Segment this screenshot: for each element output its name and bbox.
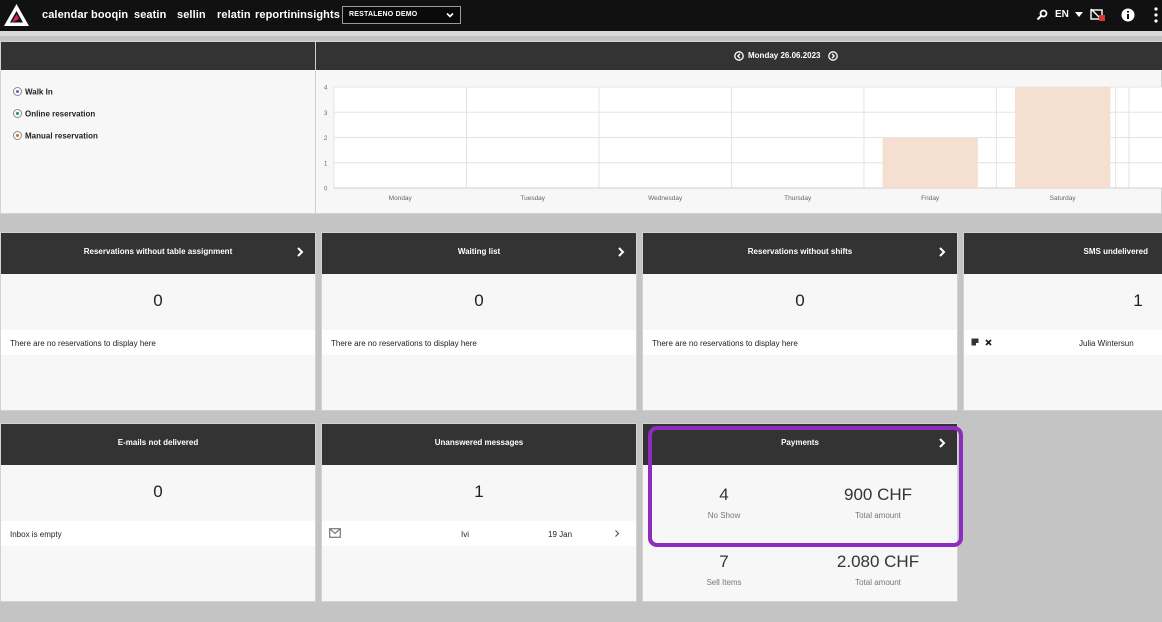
y-tick-label: 1 xyxy=(324,161,328,167)
widget-unanswered-messages: Unanswered messages 1 Ivi 19 Jan xyxy=(321,423,637,602)
next-day-icon[interactable] xyxy=(828,51,838,61)
chevron-right-icon[interactable] xyxy=(616,245,626,259)
x-tick-label: Thursday xyxy=(784,195,812,202)
manual-radio-icon xyxy=(13,131,22,141)
widget-sms-undelivered: SMS undelivered 1 Julia Wintersun xyxy=(963,232,1162,411)
empty-message: Inbox is empty xyxy=(1,521,315,546)
app-logo-icon[interactable] xyxy=(3,3,30,27)
widget-header: Unanswered messages xyxy=(322,424,636,465)
chevron-right-icon[interactable] xyxy=(937,245,947,259)
widget-header: Reservations without table assignment xyxy=(1,233,315,274)
widget-no-table-assignment: Reservations without table assignment 0 … xyxy=(0,232,316,411)
legend-online-reservation[interactable]: Online reservation xyxy=(13,109,96,119)
search-icon[interactable] xyxy=(1036,9,1048,21)
sell-items-amount: 2.080 CHF xyxy=(836,552,920,571)
nav-booqin[interactable]: booqin xyxy=(91,9,128,21)
nav-calendar[interactable]: calendar xyxy=(42,9,88,21)
sell-items-label: Sell Items xyxy=(706,578,742,587)
widget-count: 0 xyxy=(795,291,805,310)
sms-recipient: Julia Wintersun xyxy=(1079,339,1134,348)
venue-select[interactable]: RESTALENO DEMO xyxy=(342,6,461,24)
nav-divider xyxy=(0,31,1162,36)
widget-title: Reservations without table assignment xyxy=(83,247,233,256)
message-date: 19 Jan xyxy=(548,530,573,539)
widget-count: 0 xyxy=(474,291,484,310)
widget-count: 1 xyxy=(1133,291,1143,310)
nav-reportin[interactable]: reportin xyxy=(255,9,297,21)
widget-header: SMS undelivered xyxy=(964,233,1162,274)
chevron-right-icon[interactable] xyxy=(614,529,620,538)
widget-header: Waiting list xyxy=(322,233,636,274)
legend-walk-in-label: Walk In xyxy=(25,87,53,97)
current-date[interactable]: Monday 26.06.2023 xyxy=(748,51,820,60)
empty-message: There are no reservations to display her… xyxy=(643,330,957,355)
legend-manual-label: Manual reservation xyxy=(25,131,98,141)
widget-count: 0 xyxy=(153,482,163,501)
widget-count: 0 xyxy=(153,291,163,310)
widget-title: SMS undelivered xyxy=(1083,247,1148,256)
previous-day-icon[interactable] xyxy=(734,51,744,61)
info-icon[interactable] xyxy=(1121,8,1135,22)
x-tick-label: Saturday xyxy=(1050,195,1077,202)
bar-friday xyxy=(882,137,978,188)
widget-header: E-mails not delivered xyxy=(1,424,315,465)
legend-walk-in[interactable]: Walk In xyxy=(13,87,53,97)
y-tick-label: 3 xyxy=(324,111,328,117)
legend-header xyxy=(1,42,315,70)
envelope-icon xyxy=(329,528,341,538)
caret-down-icon[interactable] xyxy=(1075,12,1083,18)
y-tick-label: 0 xyxy=(324,187,328,193)
x-tick-label: Tuesday xyxy=(520,195,545,202)
empty-message: There are no reservations to display her… xyxy=(322,330,636,355)
legend-manual-reservation[interactable]: Manual reservation xyxy=(13,131,98,141)
widget-title: E-mails not delivered xyxy=(117,438,199,447)
nav-insights[interactable]: insights xyxy=(297,9,340,21)
top-navigation-bar: calendar booqin seatin sellin relatin re… xyxy=(0,0,1162,31)
x-tick-label: Monday xyxy=(389,195,413,202)
widget-waiting-list: Waiting list 0 There are no reservations… xyxy=(321,232,637,411)
legend-online-label: Online reservation xyxy=(25,109,96,119)
close-icon[interactable] xyxy=(985,339,992,346)
x-tick-label: Friday xyxy=(921,195,940,202)
nav-relatin[interactable]: relatin xyxy=(217,9,251,21)
chevron-right-icon[interactable] xyxy=(295,245,305,259)
chevron-down-icon xyxy=(446,12,454,18)
widget-title: Reservations without shifts xyxy=(747,247,853,256)
widget-title: Unanswered messages xyxy=(434,438,524,447)
x-tick-label: Wednesday xyxy=(648,195,683,202)
message-sender: Ivi xyxy=(461,530,469,539)
sell-items-count: 7 xyxy=(719,552,729,571)
more-menu-icon[interactable] xyxy=(1153,7,1159,23)
message-row[interactable]: Ivi 19 Jan xyxy=(322,521,636,546)
widget-no-shifts: Reservations without shifts 0 There are … xyxy=(642,232,958,411)
walk-in-radio-icon xyxy=(13,87,22,97)
payments-highlight-box xyxy=(648,426,963,547)
widget-count: 1 xyxy=(474,482,484,501)
notification-disabled-icon[interactable] xyxy=(1090,8,1106,22)
y-tick-label: 2 xyxy=(324,136,328,142)
online-radio-icon xyxy=(13,109,22,119)
nav-seatin[interactable]: seatin xyxy=(134,9,166,21)
empty-message: There are no reservations to display her… xyxy=(1,330,315,355)
edit-icon[interactable] xyxy=(971,338,980,347)
sell-items-amount-label: Total amount xyxy=(855,578,901,587)
widget-emails-not-delivered: E-mails not delivered 0 Inbox is empty xyxy=(0,423,316,602)
widget-title: Waiting list xyxy=(457,247,501,256)
y-tick-label: 4 xyxy=(324,86,328,92)
widget-header: Reservations without shifts xyxy=(643,233,957,274)
sms-row[interactable]: Julia Wintersun xyxy=(964,330,1162,355)
weekly-bar-chart: 0 1 2 3 4 Monday Tuesday Wednesday Thursday Frida… xyxy=(324,86,1162,202)
bar-saturday xyxy=(1014,87,1111,188)
language-select[interactable]: EN xyxy=(1055,9,1069,20)
venue-select-value: RESTALENO DEMO xyxy=(349,11,418,18)
nav-sellin[interactable]: sellin xyxy=(177,9,206,21)
